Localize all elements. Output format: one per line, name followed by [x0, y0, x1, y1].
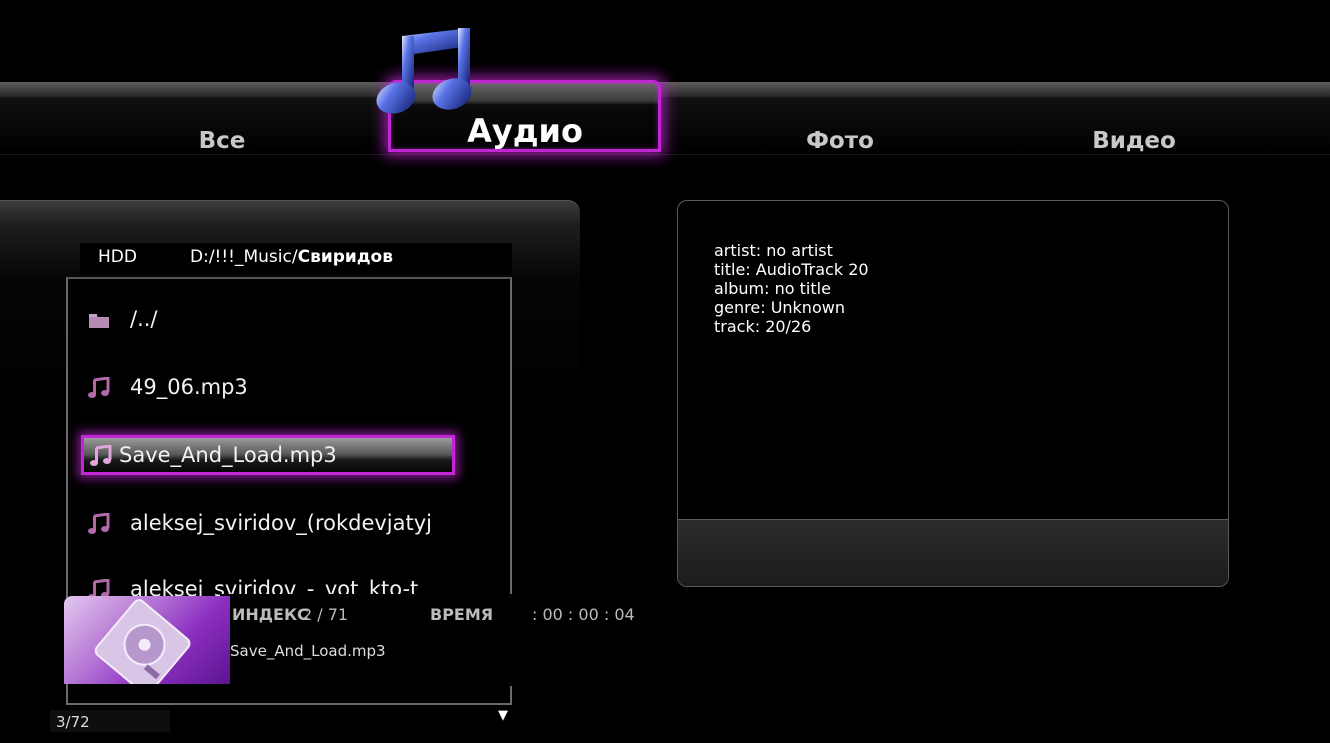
list-item-label: Save_And_Load.mp3 — [119, 443, 337, 467]
now-playing-filename: Save_And_Load.mp3 — [230, 642, 386, 660]
info-track: track: 20/26 — [714, 317, 812, 336]
path-current: Свиридов — [297, 247, 393, 267]
hdd-icon — [94, 599, 191, 684]
info-genre: genre: Unknown — [714, 298, 845, 317]
music-note-icon — [376, 28, 472, 114]
tab-video[interactable]: Видео — [1092, 128, 1176, 154]
tab-photo[interactable]: Фото — [806, 128, 874, 154]
info-title: title: AudioTrack 20 — [714, 260, 869, 279]
index-value: 2 / 71 — [302, 605, 349, 624]
index-label: ИНДЕКС — [232, 605, 309, 624]
list-item-label: /../ — [130, 307, 158, 331]
folder-icon — [89, 314, 109, 328]
list-item-parent-folder[interactable]: /../ — [78, 299, 498, 339]
source-label: HDD — [98, 247, 137, 267]
scroll-down-icon[interactable]: ▼ — [498, 708, 508, 723]
tab-audio-label[interactable]: Аудио — [467, 112, 583, 150]
music-note-icon — [88, 377, 110, 398]
time-value: : 00 : 00 : 04 — [532, 605, 635, 624]
track-info-footer — [678, 519, 1228, 586]
path-label: D:/!!!_Music/Свиридов — [190, 243, 393, 271]
list-item-file[interactable]: 49_06.mp3 — [78, 367, 498, 407]
info-artist: artist: no artist — [714, 241, 833, 260]
now-playing-thumbnail — [64, 596, 230, 684]
path-prefix: D:/!!!_Music/ — [190, 247, 298, 267]
list-item-label: aleksej_sviridov_(rokdevjatyj — [130, 511, 433, 535]
page-counter: 3/72 — [56, 713, 90, 731]
breadcrumb: HDD D:/!!!_Music/Свиридов — [80, 243, 512, 275]
track-info-lines: artist: no artist title: AudioTrack 20 a… — [714, 241, 869, 336]
track-info-panel: artist: no artist title: AudioTrack 20 a… — [677, 200, 1229, 587]
info-album: album: no title — [714, 279, 831, 298]
music-note-icon — [88, 513, 110, 534]
list-item-file[interactable]: aleksej_sviridov_(rokdevjatyj — [78, 503, 498, 543]
tab-all[interactable]: Все — [199, 128, 246, 154]
time-label: ВРЕМЯ — [430, 605, 494, 624]
list-item-label: 49_06.mp3 — [130, 375, 248, 399]
list-item-selected[interactable]: Save_And_Load.mp3 — [81, 435, 455, 475]
music-note-icon — [90, 445, 112, 466]
